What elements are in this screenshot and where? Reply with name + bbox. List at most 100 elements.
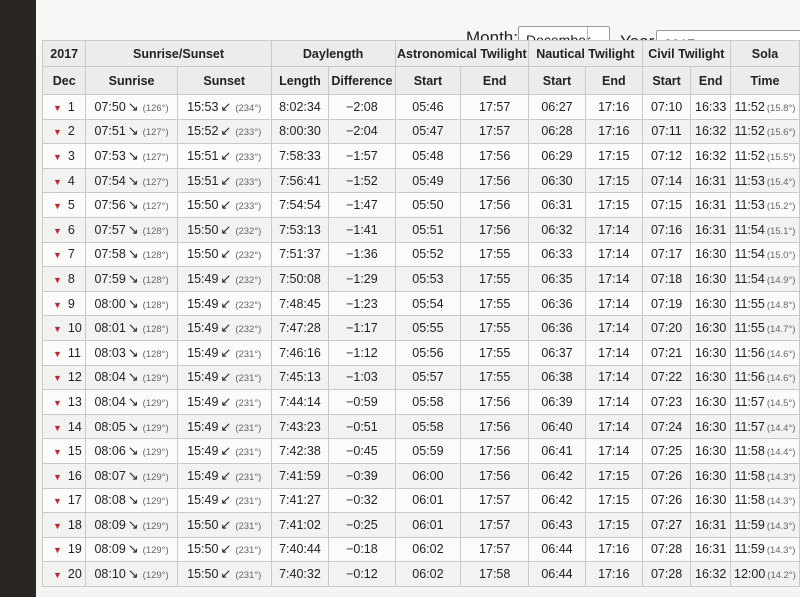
solar-noon-time: 11:53: [734, 173, 765, 188]
table-row: ▼ 7 07:58 ↘ (128°) 15:50 ↙ (232°) 7:51:37 −1:36 05…: [41, 241, 800, 268]
astro-end-cell: 17:57: [460, 94, 530, 120]
sunrise-time: 08:09: [94, 517, 126, 532]
sunrise-cell: 08:01 ↘ (128°): [85, 315, 178, 341]
expand-triangle-icon[interactable]: ▼: [53, 472, 62, 482]
expand-triangle-icon[interactable]: ▼: [53, 570, 62, 580]
daylength-cell: 7:41:59: [270, 462, 330, 489]
solar-noon-cell: 11:56 (14.6°): [729, 339, 800, 366]
day-cell[interactable]: ▼ 3: [41, 143, 87, 169]
difference-cell: −1:36: [328, 241, 396, 268]
sunset-azimuth: (234°): [235, 102, 262, 114]
expand-triangle-icon[interactable]: ▼: [53, 423, 62, 433]
sunrise-arrow-icon: ↘: [127, 344, 139, 360]
day-cell[interactable]: ▼ 16: [41, 462, 87, 489]
astronomical-twilight-header: Astronomical Twilight: [394, 40, 530, 67]
sunrise-time: 08:06: [94, 444, 126, 459]
day-cell[interactable]: ▼ 11: [41, 339, 87, 366]
expand-triangle-icon[interactable]: ▼: [53, 373, 62, 383]
solar-noon-time: 12:00: [734, 567, 766, 582]
day-cell[interactable]: ▼ 15: [41, 438, 87, 464]
solar-noon-cell: 11:54 (15.0°): [729, 241, 800, 268]
sunrise-cell: 08:04 ↘ (129°): [85, 364, 178, 391]
sunrise-azimuth: (128°): [142, 225, 169, 237]
day-cell[interactable]: ▼ 2: [41, 118, 87, 145]
day-cell[interactable]: ▼ 20: [41, 561, 87, 587]
sunrise-azimuth: (127°): [142, 201, 169, 213]
day-number: 9: [67, 296, 75, 311]
astro-end-header: End: [460, 66, 530, 95]
day-cell[interactable]: ▼ 7: [41, 241, 87, 268]
day-cell[interactable]: ▼ 1: [41, 94, 87, 120]
day-cell[interactable]: ▼ 10: [41, 315, 87, 341]
difference-cell: −0:51: [328, 413, 396, 440]
day-cell[interactable]: ▼ 17: [41, 487, 87, 514]
table-row: ▼ 5 07:56 ↘ (127°) 15:50 ↙ (233°) 7:54:54 −1:47 05…: [41, 192, 800, 218]
difference-cell: −1:52: [328, 167, 396, 194]
sunset-cell: 15:49 ↙ (231°): [176, 364, 272, 391]
sunset-cell: 15:51 ↙ (233°): [176, 143, 272, 169]
civil-end-cell: 16:30: [690, 413, 731, 440]
difference-cell: −0:59: [328, 389, 396, 415]
civil-end-cell: 16:30: [690, 290, 731, 317]
expand-triangle-icon[interactable]: ▼: [53, 103, 62, 113]
astro-start-cell: 05:49: [394, 167, 462, 194]
civil-end-cell: 16:32: [690, 143, 731, 169]
daylength-cell: 8:02:34: [270, 94, 330, 120]
day-cell[interactable]: ▼ 8: [41, 266, 87, 292]
sunrise-time: 07:59: [94, 271, 126, 286]
expand-triangle-icon[interactable]: ▼: [53, 447, 62, 457]
expand-triangle-icon[interactable]: ▼: [53, 226, 62, 236]
astro-end-cell: 17:56: [460, 216, 530, 243]
sunrise-azimuth: (128°): [142, 274, 169, 286]
civil-start-cell: 07:28: [641, 561, 692, 587]
sunrise-column-header: Sunrise: [85, 66, 178, 95]
nautical-end-cell: 17:14: [584, 339, 643, 366]
expand-triangle-icon[interactable]: ▼: [53, 324, 62, 334]
day-cell[interactable]: ▼ 4: [41, 167, 87, 194]
civil-start-cell: 07:10: [641, 94, 692, 120]
civil-end-header: End: [690, 66, 731, 95]
sunset-arrow-icon: ↙: [220, 566, 232, 582]
solar-noon-cell: 11:59 (14.3°): [729, 512, 800, 538]
day-number: 12: [67, 370, 82, 385]
day-cell[interactable]: ▼ 18: [41, 512, 87, 538]
expand-triangle-icon[interactable]: ▼: [53, 545, 62, 555]
sunset-time: 15:49: [187, 271, 219, 286]
day-cell[interactable]: ▼ 12: [41, 364, 87, 391]
sunset-column-header: Sunset: [176, 66, 272, 95]
daylength-cell: 7:58:33: [270, 143, 330, 169]
solar-noon-cell: 11:52 (15.8°): [729, 94, 800, 120]
sunrise-cell: 08:00 ↘ (128°): [85, 290, 178, 317]
sunrise-time: 08:10: [94, 567, 126, 582]
expand-triangle-icon[interactable]: ▼: [53, 496, 62, 506]
civil-start-cell: 07:20: [641, 315, 692, 341]
difference-cell: −1:03: [328, 364, 396, 391]
nautical-end-cell: 17:14: [584, 364, 643, 391]
sun-table: 2017 Sunrise/Sunset Daylength Astronomic…: [41, 40, 800, 587]
expand-triangle-icon[interactable]: ▼: [53, 521, 62, 531]
expand-triangle-icon[interactable]: ▼: [53, 152, 62, 162]
expand-triangle-icon[interactable]: ▼: [53, 250, 62, 260]
day-cell[interactable]: ▼ 5: [41, 192, 87, 218]
table-row: ▼ 8 07:59 ↘ (128°) 15:49 ↙ (232°) 7:50:08 −1:29 05…: [41, 266, 800, 292]
solar-noon-time: 11:58: [734, 444, 765, 459]
expand-triangle-icon[interactable]: ▼: [53, 349, 62, 359]
sunset-azimuth: (231°): [235, 570, 262, 582]
astro-end-cell: 17:57: [460, 487, 530, 514]
day-cell[interactable]: ▼ 13: [41, 389, 87, 415]
difference-cell: −0:39: [328, 462, 396, 489]
day-cell[interactable]: ▼ 14: [41, 413, 87, 440]
sunrise-azimuth: (129°): [142, 397, 169, 409]
expand-triangle-icon[interactable]: ▼: [53, 201, 62, 211]
expand-triangle-icon[interactable]: ▼: [53, 127, 62, 137]
expand-triangle-icon[interactable]: ▼: [53, 398, 62, 408]
sunrise-cell: 08:05 ↘ (129°): [85, 413, 178, 440]
expand-triangle-icon[interactable]: ▼: [53, 300, 62, 310]
expand-triangle-icon[interactable]: ▼: [53, 275, 62, 285]
solar-altitude: (14.4°): [766, 422, 796, 434]
day-cell[interactable]: ▼ 19: [41, 536, 87, 563]
day-cell[interactable]: ▼ 6: [41, 216, 87, 243]
day-cell[interactable]: ▼ 9: [41, 290, 87, 317]
expand-triangle-icon[interactable]: ▼: [53, 177, 62, 187]
day-number: 17: [67, 493, 82, 508]
